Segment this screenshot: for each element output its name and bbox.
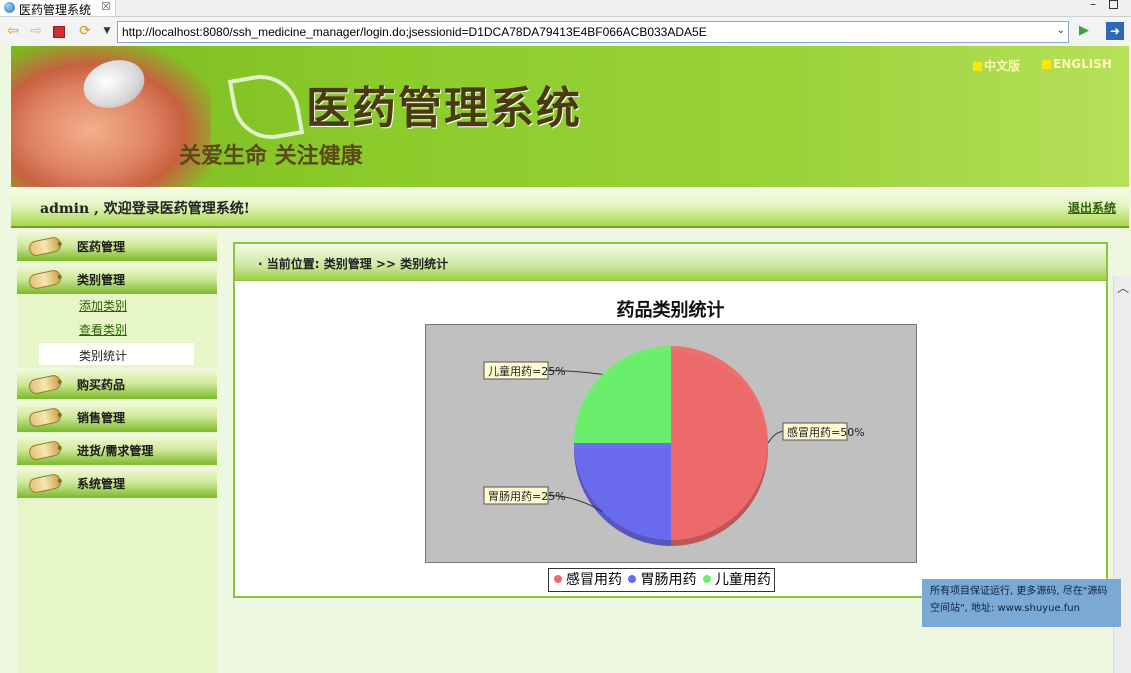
- slice-label: 儿童用药=25%: [488, 364, 566, 378]
- slice-label: 感冒用药=50%: [787, 426, 865, 439]
- legend-marker: [554, 575, 562, 583]
- sidebar-item-label[interactable]: 进货/需求管理: [77, 442, 153, 459]
- bullet-icon: [1042, 60, 1051, 69]
- sidebar-item-label[interactable]: 系统管理: [77, 475, 125, 492]
- legend-entry: 儿童用药: [714, 572, 771, 588]
- maximize-icon[interactable]: [1109, 0, 1118, 9]
- sidebar-item-label[interactable]: 购买药品: [77, 376, 125, 393]
- legend-marker: [702, 575, 711, 583]
- slogan: 关爱生命 关注健康: [179, 143, 363, 169]
- capsule-icon: [27, 472, 63, 495]
- capsule-icon: [27, 235, 63, 258]
- sidebar-item-label[interactable]: 类别管理: [77, 271, 125, 288]
- sidebar-item-purchase[interactable]: 购买药品: [17, 368, 217, 399]
- sidebar-item-stock[interactable]: 进货/需求管理: [17, 434, 217, 465]
- lang-chinese-label[interactable]: 中文版: [984, 59, 1020, 73]
- watermark: 所有项目保证运行, 更多源码, 尽在"源码 空间站", 地址: www.shuy…: [922, 579, 1121, 627]
- submenu-view-category[interactable]: 查看类别: [79, 321, 127, 338]
- watermark-line: 空间站", 地址: www.shuyue.fun: [930, 603, 1080, 614]
- site-title: 医药管理系统: [306, 83, 582, 134]
- chart-legend: 感冒用药 胃肠用药 儿童用药: [548, 568, 775, 592]
- url-text[interactable]: http://localhost:8080/ssh_medicine_manag…: [122, 25, 707, 39]
- content-panel: · 当前位置: 类别管理 >> 类别统计 药品类别统计 感冒用药=50% 胃肠用药…: [233, 242, 1108, 598]
- legend-marker: [628, 575, 637, 583]
- sidebar-item-label[interactable]: 医药管理: [77, 238, 125, 255]
- logout-link[interactable]: 退出系统: [1068, 199, 1116, 216]
- tab-close-icon[interactable]: ☒: [101, 0, 111, 13]
- browser-nav-bar: ⇦ ⇨ ⟳ ▼ http://localhost:8080/ssh_medici…: [0, 17, 1131, 47]
- leaf-logo-icon: [227, 68, 305, 146]
- legend-entry: 感冒用药: [566, 572, 627, 588]
- legend-entry: 胃肠用药: [640, 572, 701, 588]
- submenu-add-category[interactable]: 添加类别: [79, 297, 127, 314]
- sidebar-item-medicine[interactable]: 医药管理: [17, 230, 217, 261]
- forward-arrow-icon[interactable]: ⇨: [28, 23, 44, 39]
- pie-slice: [671, 346, 768, 540]
- url-dropdown-icon[interactable]: ⌄: [1057, 25, 1065, 36]
- capsule-icon: [27, 373, 63, 396]
- slice-label: 胃肠用药=25%: [488, 490, 566, 503]
- content-header: · 当前位置: 类别管理 >> 类别统计: [235, 244, 1106, 281]
- lang-english-label[interactable]: ENGLISH: [1053, 57, 1112, 71]
- breadcrumb: · 当前位置: 类别管理 >> 类别统计: [258, 257, 449, 271]
- nav-dropdown-icon[interactable]: ▼: [99, 23, 115, 39]
- minimize-icon[interactable]: –: [1090, 0, 1096, 11]
- submenu-label[interactable]: 类别统计: [79, 347, 127, 364]
- lang-chinese-link[interactable]: 中文版: [973, 57, 1020, 74]
- sidebar-item-category[interactable]: 类别管理: [17, 263, 217, 294]
- external-icon[interactable]: ➜: [1106, 22, 1124, 40]
- tab-title: 医药管理系统: [19, 3, 92, 17]
- leader-line: [767, 431, 784, 444]
- pie-chart-plot: 感冒用药=50% 胃肠用药=25% 儿童用药=25%: [425, 324, 917, 563]
- browser-tab[interactable]: 医药管理系统 ☒: [0, 0, 116, 17]
- chart-title: 药品类别统计: [616, 300, 725, 321]
- browser-tab-bar: 医药管理系统 ☒ –: [0, 0, 1131, 17]
- welcome-text: admin , 欢迎登录医药管理系统!: [40, 201, 250, 217]
- watermark-line: 所有项目保证运行, 更多源码, 尽在"源码: [930, 586, 1108, 597]
- sidebar-item-sales[interactable]: 销售管理: [17, 401, 217, 432]
- welcome-bar: admin , 欢迎登录医药管理系统! 退出系统: [11, 187, 1129, 228]
- sidebar: 医药管理 类别管理 添加类别 查看类别 类别统计 购买药品 销售管理 进货/需求…: [17, 230, 217, 673]
- globe-icon: [4, 2, 15, 13]
- back-arrow-icon[interactable]: ⇦: [5, 23, 21, 39]
- pie-slice: [574, 443, 671, 540]
- capsule-icon: [27, 406, 63, 429]
- sidebar-item-label[interactable]: 销售管理: [77, 409, 125, 426]
- submenu-category-stats[interactable]: 类别统计: [39, 343, 194, 365]
- refresh-icon[interactable]: ⟳: [77, 23, 93, 39]
- lang-english-link[interactable]: ENGLISH: [1042, 57, 1112, 71]
- url-bar[interactable]: http://localhost:8080/ssh_medicine_manag…: [117, 21, 1069, 43]
- stop-icon[interactable]: [53, 26, 65, 38]
- pie-chart: 感冒用药=50% 胃肠用药=25% 儿童用药=25%: [483, 346, 865, 546]
- go-icon[interactable]: ▶: [1076, 23, 1092, 39]
- capsule-icon: [27, 439, 63, 462]
- capsule-icon: [27, 268, 63, 291]
- pie-slice: [574, 346, 671, 443]
- sidebar-item-system[interactable]: 系统管理: [17, 467, 217, 498]
- scroll-up-icon[interactable]: ︿: [1117, 279, 1129, 296]
- bullet-icon: [973, 62, 982, 71]
- site-header: 医药管理系统 关爱生命 关注健康 中文版 ENGLISH: [11, 46, 1129, 187]
